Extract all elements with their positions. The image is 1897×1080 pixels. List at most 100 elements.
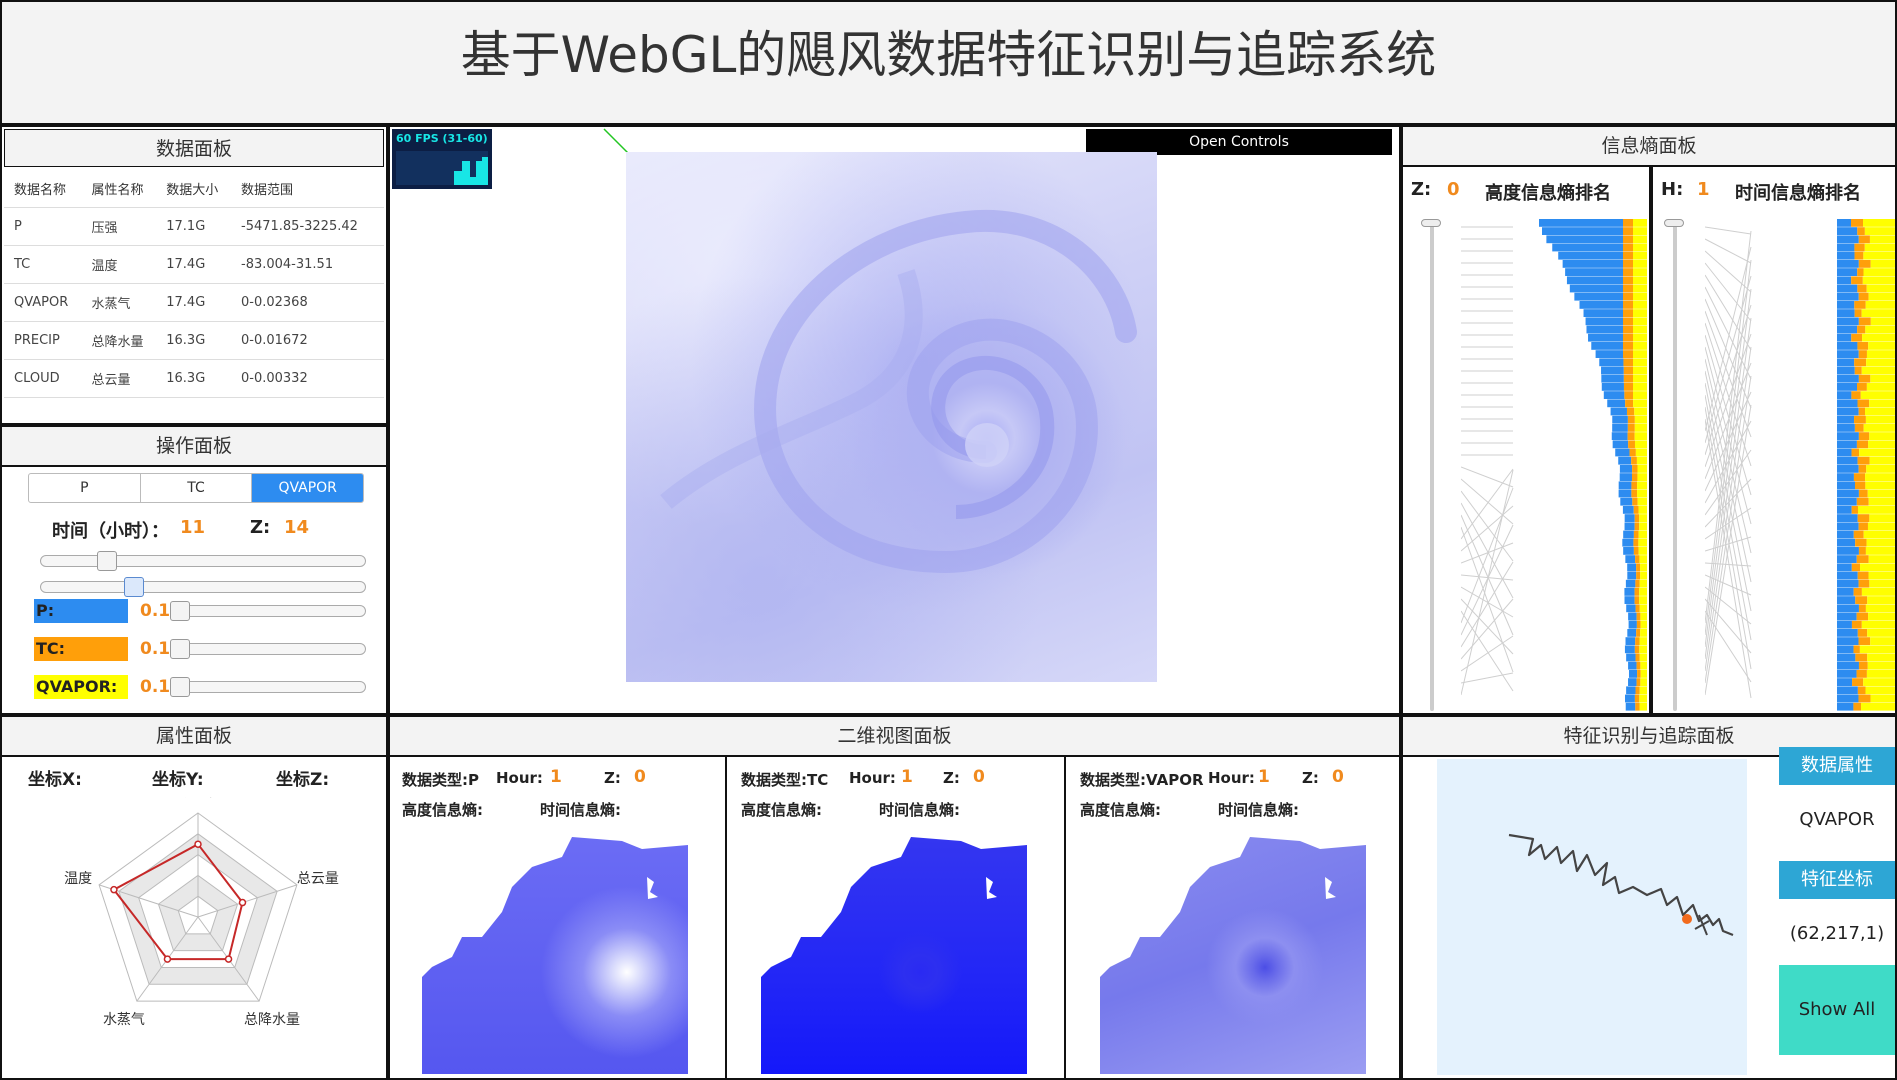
hour-label: Hour:: [849, 769, 896, 787]
radar-value-point: [110, 885, 118, 894]
z-value: 0: [1332, 767, 1344, 787]
height-slider-handle[interactable]: [1421, 219, 1441, 227]
entropy-bar-segment: [1858, 292, 1869, 301]
height-entropy-column: Z: 0 高度信息熵排名: [1403, 167, 1649, 713]
table-cell: -5471.85-3225.42: [231, 207, 384, 246]
entropy-bar-segment: [1866, 358, 1895, 367]
time-vertical-slider[interactable]: [1664, 219, 1684, 711]
table-row[interactable]: P 压强 17.1G -5471.85-3225.42: [4, 207, 384, 246]
time-slider[interactable]: [40, 551, 366, 571]
data-attribute-button[interactable]: 数据属性: [1779, 747, 1895, 785]
entropy-bar-segment: [1856, 612, 1869, 621]
entropy-bar-segment: [1855, 653, 1868, 662]
tc-opacity-slider[interactable]: [170, 639, 366, 659]
time-value: 11: [180, 517, 206, 538]
time-key-value: 1: [1697, 179, 1710, 200]
entropy-bar-segment: [1639, 522, 1647, 531]
table-row[interactable]: CLOUD 总云量 16.3G 0-0.00332: [4, 359, 384, 398]
time-entropy-label: 时间信息熵:: [879, 801, 960, 819]
entropy-bar-segment: [1837, 383, 1858, 391]
entropy-bar-segment: [1623, 292, 1633, 301]
p-opacity-handle[interactable]: [170, 601, 190, 621]
entropy-bar-segment: [1634, 588, 1640, 596]
table-row[interactable]: TC 温度 17.4G -83.004-31.51: [4, 245, 384, 284]
p-opacity-slider[interactable]: [170, 601, 366, 621]
segment-qvapor[interactable]: QVAPOR: [252, 474, 363, 502]
feature-track-path: [1508, 833, 1734, 937]
entropy-bar-segment: [1579, 301, 1623, 309]
entropy-bar-segment: [1636, 678, 1641, 686]
fps-graph: [396, 151, 488, 185]
entropy-bar-segment: [1631, 481, 1638, 490]
z-value: 14: [284, 517, 310, 538]
entropy-bar-segment: [1634, 432, 1647, 440]
entropy-bar-segment: [1634, 407, 1647, 416]
entropy-bar-segment: [1639, 604, 1647, 613]
entropy-bar-segment: [1623, 366, 1633, 375]
show-all-button[interactable]: Show All: [1779, 965, 1895, 1055]
rank-line: [1461, 542, 1514, 564]
entropy-bar-segment: [1854, 415, 1866, 424]
entropy-bar-segment: [1858, 522, 1868, 531]
entropy-bar-segment: [1626, 407, 1635, 416]
axis-helper: [603, 128, 629, 154]
entropy-bar-segment: [1857, 686, 1866, 695]
table-row[interactable]: PRECIP 总降水量 16.3G 0-0.01672: [4, 321, 384, 360]
entropy-bar-segment: [1633, 251, 1647, 260]
table-cell: 水蒸气: [81, 283, 157, 322]
entropy-bar-segment: [1633, 219, 1647, 227]
segment-tc[interactable]: TC: [141, 474, 253, 502]
entropy-bar-segment: [1585, 317, 1623, 326]
tc-opacity-handle[interactable]: [170, 639, 190, 659]
land-mask: [1100, 837, 1366, 977]
entropy-bar-segment: [1858, 465, 1867, 473]
qvapor-opacity-handle[interactable]: [170, 677, 190, 697]
volume-render-view[interactable]: 60 FPS (31-60) Open Controls: [388, 125, 1401, 715]
feature-track-view[interactable]: [1437, 759, 1747, 1075]
tc-heatmap[interactable]: [761, 837, 1027, 1074]
entropy-bar-segment: [1865, 415, 1895, 424]
hurricane-volume[interactable]: [626, 152, 1157, 682]
vapor-heatmap[interactable]: [1100, 837, 1366, 1074]
entropy-bar-segment: [1623, 309, 1633, 317]
entropy-bar-segment: [1860, 391, 1895, 399]
entropy-bar-segment: [1837, 563, 1852, 572]
z-slider-handle[interactable]: [124, 577, 144, 597]
attribute-panel-title: 属性面板: [2, 717, 386, 757]
time-label: 时间（小时）：: [52, 521, 169, 542]
entropy-bar-segment: [1865, 604, 1895, 613]
height-vertical-slider[interactable]: [1421, 219, 1441, 711]
entropy-bar-segment: [1624, 596, 1635, 604]
entropy-bar-segment: [1627, 629, 1637, 637]
p-heatmap[interactable]: [422, 837, 688, 1074]
feature-point-marker[interactable]: [1682, 914, 1692, 924]
entropy-bar-segment: [1633, 243, 1647, 252]
entropy-bar-segment: [1633, 292, 1647, 301]
entropy-bar-segment: [1837, 407, 1859, 416]
entropy-bar-segment: [1869, 399, 1895, 408]
entropy-bar-segment: [1640, 612, 1647, 621]
time-slider-handle[interactable]: [97, 551, 117, 571]
feature-coordinate-button[interactable]: 特征坐标: [1779, 861, 1895, 899]
time-entropy-label: 时间信息熵:: [540, 801, 621, 819]
coord-y-label: 坐标Y:: [152, 770, 204, 790]
table-row[interactable]: QVAPOR 水蒸气 17.4G 0-0.02368: [4, 283, 384, 322]
entropy-bar-segment: [1858, 637, 1871, 645]
column-header: 数据范围: [231, 171, 384, 208]
entropy-bar-segment: [1865, 547, 1895, 555]
entropy-bar-segment: [1868, 612, 1895, 621]
z-slider[interactable]: [40, 577, 366, 597]
entropy-bar-segment: [1625, 637, 1636, 645]
fps-monitor: 60 FPS (31-60): [392, 129, 492, 189]
data-panel-title: 数据面板: [4, 129, 384, 167]
entropy-bar-segment: [1615, 448, 1630, 457]
entropy-bar-segment: [1855, 481, 1866, 490]
qvapor-opacity-slider[interactable]: [170, 677, 366, 697]
entropy-bar-segment: [1640, 563, 1647, 572]
segment-p[interactable]: P: [29, 474, 141, 502]
entropy-bar-segment: [1633, 342, 1647, 350]
entropy-bar-segment: [1866, 670, 1895, 678]
entropy-bar-segment: [1857, 342, 1869, 350]
entropy-bar-segment: [1627, 563, 1637, 572]
time-slider-handle[interactable]: [1664, 219, 1684, 227]
